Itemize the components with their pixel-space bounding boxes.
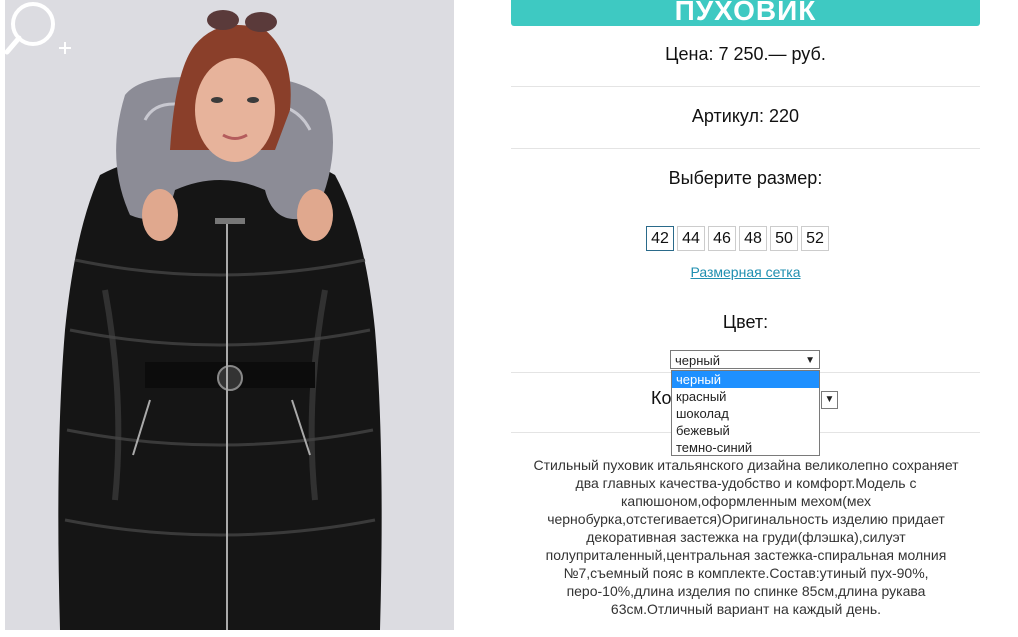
color-option[interactable]: бежевый [672, 422, 819, 439]
size-option-52[interactable]: 52 [801, 226, 829, 251]
color-option[interactable]: красный [672, 388, 819, 405]
size-option-48[interactable]: 48 [739, 226, 767, 251]
divider [511, 148, 980, 149]
product-image [5, 0, 454, 630]
quantity-label: Ко [651, 388, 672, 408]
color-label: Цвет: [722, 312, 769, 332]
product-description: Стильный пуховик итальянского дизайна ве… [533, 457, 959, 617]
product-info-panel: ПУХОВИК Цена: 7 250.— руб. Артикул: 220 … [511, 0, 980, 637]
color-dropdown-list: черный красный шоколад бежевый темно-син… [671, 370, 820, 456]
color-option[interactable]: черный [672, 371, 819, 388]
product-photo[interactable] [5, 0, 454, 630]
zoom-icon[interactable] [5, 0, 77, 62]
size-option-46[interactable]: 46 [708, 226, 736, 251]
size-option-44[interactable]: 44 [677, 226, 705, 251]
article-text: Артикул: 220 [691, 106, 800, 126]
size-label: Выберите размер: [668, 168, 823, 188]
size-option-50[interactable]: 50 [770, 226, 798, 251]
divider [511, 86, 980, 87]
color-select-value: черный [675, 353, 721, 368]
size-selector: 42 44 46 48 50 52 [646, 226, 829, 251]
dropdown-arrow-icon: ▼ [805, 355, 815, 366]
quantity-select[interactable]: ▼ [821, 391, 838, 409]
price-text: Цена: 7 250.— руб. [665, 44, 826, 64]
color-option[interactable]: шоколад [672, 405, 819, 422]
product-title: ПУХОВИК [511, 0, 980, 26]
color-select[interactable]: черный ▼ [670, 350, 820, 369]
size-chart-link[interactable]: Размерная сетка [511, 264, 980, 280]
size-option-42[interactable]: 42 [646, 226, 674, 251]
color-option[interactable]: темно-синий [672, 439, 819, 456]
dropdown-arrow-icon: ▼ [824, 394, 835, 405]
